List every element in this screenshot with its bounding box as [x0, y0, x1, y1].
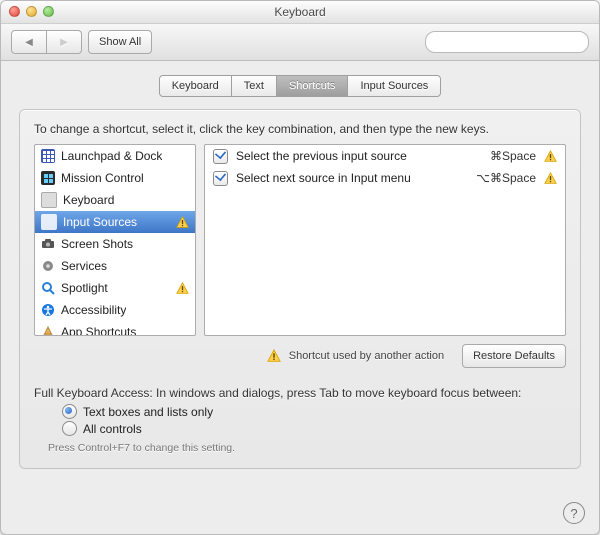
radio-label: Text boxes and lists only: [83, 405, 213, 419]
tab-input-sources[interactable]: Input Sources: [348, 75, 441, 97]
category-app-shortcuts[interactable]: App Shortcuts: [35, 321, 195, 336]
help-button[interactable]: ?: [563, 502, 585, 524]
tabbar: KeyboardTextShortcutsInput Sources: [1, 61, 599, 105]
legend-text: Shortcut used by another action: [289, 350, 444, 362]
shortcut-row[interactable]: Select the previous input source ⌘Space: [205, 145, 565, 167]
warning-icon: [544, 150, 557, 163]
radio-icon: [62, 404, 77, 419]
category-label: App Shortcuts: [61, 325, 136, 336]
fka-hint: Press Control+F7 to change this setting.: [48, 442, 566, 454]
tab-keyboard[interactable]: Keyboard: [159, 75, 232, 97]
fka-option-allcontrols[interactable]: All controls: [62, 421, 566, 436]
warning-icon: [267, 349, 281, 363]
category-screen-shots[interactable]: Screen Shots: [35, 233, 195, 255]
checkbox[interactable]: [213, 171, 228, 186]
preferences-window: Keyboard ◀ ▶ Show All KeyboardTextShortc…: [0, 0, 600, 535]
category-label: Input Sources: [63, 215, 137, 229]
category-label: Accessibility: [61, 303, 126, 317]
category-mission-control[interactable]: Mission Control: [35, 167, 195, 189]
search-field[interactable]: [425, 31, 589, 53]
toolbar: ◀ ▶ Show All: [1, 24, 599, 61]
radio-icon: [62, 421, 77, 436]
minimize-icon[interactable]: [26, 6, 37, 17]
search-input[interactable]: [436, 35, 582, 49]
category-label: Services: [61, 259, 107, 273]
category-services[interactable]: Services: [35, 255, 195, 277]
instruction-text: To change a shortcut, select it, click t…: [34, 122, 566, 136]
category-label: Mission Control: [61, 171, 144, 185]
show-all-button[interactable]: Show All: [88, 30, 152, 54]
titlebar[interactable]: Keyboard: [1, 1, 599, 24]
fka-option-textboxes[interactable]: Text boxes and lists only: [62, 404, 566, 419]
shortcut-row[interactable]: Select next source in Input menu ⌥⌘Space: [205, 167, 565, 189]
shortcuts-panel: To change a shortcut, select it, click t…: [19, 109, 581, 469]
category-label: Launchpad & Dock: [61, 149, 162, 163]
shortcut-label: Select the previous input source: [236, 149, 482, 163]
forward-button[interactable]: ▶: [47, 30, 82, 54]
shortcut-combo[interactable]: ⌘Space: [490, 149, 536, 163]
category-spotlight[interactable]: Spotlight: [35, 277, 195, 299]
shortcut-label: Select next source in Input menu: [236, 171, 468, 185]
tab-text[interactable]: Text: [232, 75, 277, 97]
category-keyboard[interactable]: Keyboard: [35, 189, 195, 211]
restore-defaults-button[interactable]: Restore Defaults: [462, 344, 566, 368]
nav-buttons: ◀ ▶: [11, 30, 82, 54]
shortcut-list[interactable]: Select the previous input source⌘SpaceSe…: [204, 144, 566, 336]
checkbox[interactable]: [213, 149, 228, 164]
window-title: Keyboard: [274, 5, 325, 19]
category-label: Keyboard: [63, 193, 114, 207]
category-label: Spotlight: [61, 281, 108, 295]
back-button[interactable]: ◀: [11, 30, 47, 54]
tab-shortcuts[interactable]: Shortcuts: [277, 75, 348, 97]
warning-icon: [176, 216, 189, 229]
radio-label: All controls: [83, 422, 142, 436]
traffic-lights: [9, 6, 54, 17]
shortcut-combo[interactable]: ⌥⌘Space: [476, 171, 536, 185]
zoom-icon[interactable]: [43, 6, 54, 17]
category-label: Screen Shots: [61, 237, 133, 251]
warning-icon: [544, 172, 557, 185]
warning-icon: [176, 282, 189, 295]
category-launchpad-dock[interactable]: Launchpad & Dock: [35, 145, 195, 167]
close-icon[interactable]: [9, 6, 20, 17]
category-input-sources[interactable]: Input Sources: [35, 211, 195, 233]
category-accessibility[interactable]: Accessibility: [35, 299, 195, 321]
category-list[interactable]: Launchpad & Dock Mission Control Keyboard I…: [34, 144, 196, 336]
fka-label: Full Keyboard Access: In windows and dia…: [34, 386, 566, 400]
